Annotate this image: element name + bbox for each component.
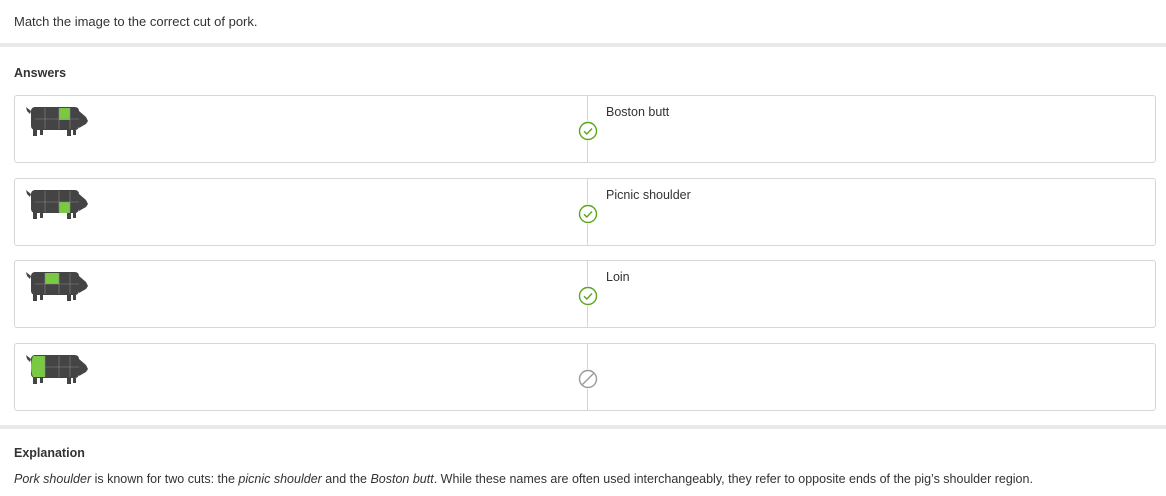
divider: [0, 43, 1166, 47]
explanation-emphasis: Pork shoulder: [14, 472, 92, 486]
answer-label: Boston butt: [606, 105, 670, 119]
pig-diagram-icon: [26, 272, 88, 301]
pig-diagram-icon: [26, 190, 88, 219]
check-circle-icon: [578, 121, 598, 141]
explanation-fragment: is known for two cuts: the: [91, 472, 239, 486]
explanation-emphasis: picnic shoulder: [238, 472, 322, 486]
pig-diagram-icon: [26, 107, 88, 136]
answer-label: Loin: [606, 270, 630, 284]
explanation-fragment: and the: [321, 472, 371, 486]
answer-row[interactable]: Loin: [14, 260, 1156, 328]
divider: [0, 425, 1166, 429]
pig-diagram-icon: [26, 355, 88, 384]
answer-label: Picnic shoulder: [606, 188, 691, 202]
explanation-emphasis: Boston butt: [370, 472, 434, 486]
answers-heading: Answers: [14, 66, 67, 80]
answer-row[interactable]: [14, 343, 1156, 411]
question-text: Match the image to the correct cut of po…: [14, 14, 258, 29]
not-answered-icon: [578, 369, 598, 389]
answer-row[interactable]: Picnic shoulder: [14, 178, 1156, 246]
answer-row[interactable]: Boston butt: [14, 95, 1156, 163]
check-circle-icon: [578, 286, 598, 306]
check-circle-icon: [578, 204, 598, 224]
explanation-heading: Explanation: [14, 446, 85, 460]
explanation-text: Pork shoulder is known for two cuts: the…: [14, 472, 1033, 486]
explanation-fragment: . While these names are often used inter…: [433, 472, 1033, 486]
